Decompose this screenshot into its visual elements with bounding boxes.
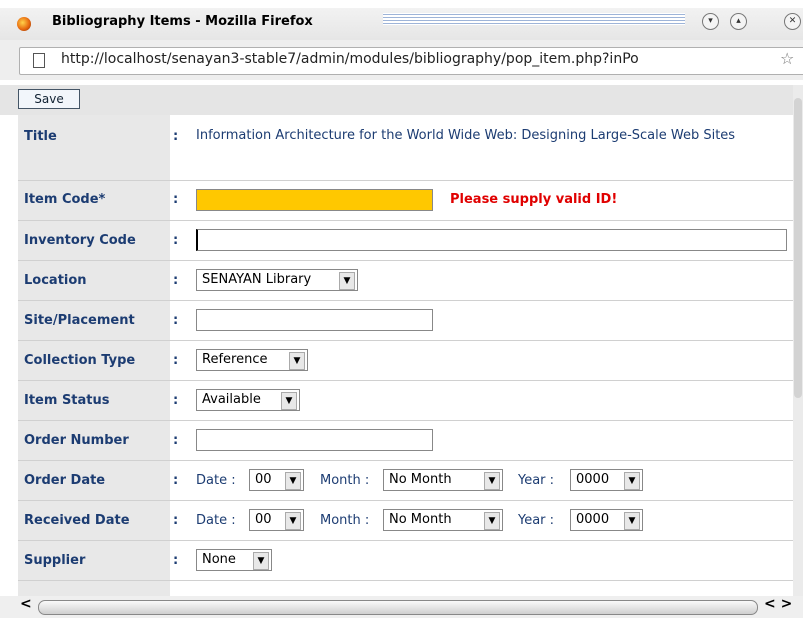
colon: : [173, 393, 179, 408]
url-text[interactable]: http://localhost/senayan3-stable7/admin/… [61, 51, 639, 67]
order-number-input[interactable] [196, 429, 433, 451]
item-status-selected: Available [202, 392, 261, 407]
chevron-down-icon[interactable]: ▼ [285, 512, 301, 530]
bookmark-star-icon[interactable]: ☆ [780, 49, 794, 68]
form-toolbar [0, 85, 793, 115]
order-date-year-select[interactable]: 0000 ▼ [570, 469, 643, 491]
inventory-code-input[interactable] [196, 229, 787, 251]
location-label: Location [24, 273, 87, 288]
title-label: Title [24, 129, 57, 144]
row-item-status: Item Status : Available ▼ [18, 381, 793, 421]
order-date-day-label: Date : [196, 473, 236, 488]
chevron-down-icon[interactable]: ▼ [624, 472, 640, 490]
title-value: Information Architecture for the World W… [196, 128, 736, 143]
chevron-down-icon[interactable]: ▼ [624, 512, 640, 530]
chevron-down-icon[interactable]: ▼ [339, 272, 355, 290]
received-date-day-label: Date : [196, 513, 236, 528]
row-inventory-code: Inventory Code : [18, 221, 793, 261]
inventory-code-label: Inventory Code [24, 233, 136, 248]
site-placement-input[interactable] [196, 309, 433, 331]
item-code-label: Item Code* [24, 192, 106, 207]
horizontal-scrollbar-thumb[interactable] [38, 600, 758, 615]
maximize-button[interactable]: ▴ [730, 13, 747, 30]
row-order-date: Order Date : Date : 00 ▼ Month : No Mont… [18, 461, 793, 501]
order-date-label: Order Date [24, 473, 106, 488]
colon: : [173, 273, 179, 288]
received-date-year-label: Year : [518, 513, 555, 528]
location-select[interactable]: SENAYAN Library ▼ [196, 269, 358, 291]
row-supplier: Supplier : None ▼ [18, 541, 793, 581]
supplier-label: Supplier [24, 553, 86, 568]
supplier-selected: None [202, 552, 236, 567]
row-received-date: Received Date : Date : 00 ▼ Month : No M… [18, 501, 793, 541]
received-date-month-label: Month : [320, 513, 370, 528]
chevron-down-icon[interactable]: ▼ [281, 392, 297, 410]
received-date-day-value: 00 [255, 512, 272, 527]
close-button[interactable]: ✕ [784, 13, 801, 30]
colon: : [173, 353, 179, 368]
colon: : [173, 192, 179, 207]
page-icon [33, 53, 45, 68]
colon: : [173, 129, 179, 144]
vertical-scrollbar-thumb[interactable] [794, 98, 802, 398]
titlebar-grip[interactable] [383, 13, 685, 25]
chevron-down-icon[interactable]: ▼ [253, 552, 269, 570]
colon: : [173, 473, 179, 488]
order-date-year-label: Year : [518, 473, 555, 488]
chevron-down-icon[interactable]: ▼ [484, 472, 500, 490]
row-site-placement: Site/Placement : [18, 301, 793, 341]
minimize-button[interactable]: ▾ [702, 13, 719, 30]
received-date-year-value: 0000 [576, 512, 610, 527]
order-date-day-value: 00 [255, 472, 272, 487]
order-date-month-value: No Month [389, 472, 452, 487]
chevron-down-icon[interactable]: ▼ [289, 352, 305, 370]
received-date-label: Received Date [24, 513, 130, 528]
order-date-day-select[interactable]: 00 ▼ [249, 469, 304, 491]
row-item-code: Item Code* : Please supply valid ID! [18, 181, 793, 221]
site-placement-label: Site/Placement [24, 313, 135, 328]
firefox-icon [17, 17, 31, 31]
chevron-down-icon[interactable]: ▼ [285, 472, 301, 490]
row-collection-type: Collection Type : Reference ▼ [18, 341, 793, 381]
item-form: Title : Information Architecture for the… [18, 115, 793, 596]
colon: : [173, 553, 179, 568]
collection-type-select[interactable]: Reference ▼ [196, 349, 308, 371]
received-date-year-select[interactable]: 0000 ▼ [570, 509, 643, 531]
item-status-select[interactable]: Available ▼ [196, 389, 300, 411]
supplier-select[interactable]: None ▼ [196, 549, 272, 571]
colon: : [173, 513, 179, 528]
item-code-error: Please supply valid ID! [450, 192, 618, 207]
colon: : [173, 233, 179, 248]
order-date-month-label: Month : [320, 473, 370, 488]
collection-type-label: Collection Type [24, 353, 136, 368]
chevron-down-icon[interactable]: ▼ [484, 512, 500, 530]
item-code-input[interactable] [196, 189, 433, 211]
scroll-left-icon[interactable]: < [20, 596, 32, 612]
window-title: Bibliography Items - Mozilla Firefox [52, 14, 313, 29]
received-date-day-select[interactable]: 00 ▼ [249, 509, 304, 531]
item-status-label: Item Status [24, 393, 110, 408]
collection-type-selected: Reference [202, 352, 268, 367]
save-button[interactable]: Save [18, 89, 80, 109]
order-number-label: Order Number [24, 433, 129, 448]
colon: : [173, 433, 179, 448]
order-date-month-select[interactable]: No Month ▼ [383, 469, 503, 491]
received-date-month-select[interactable]: No Month ▼ [383, 509, 503, 531]
row-location: Location : SENAYAN Library ▼ [18, 261, 793, 301]
colon: : [173, 313, 179, 328]
row-title: Title : Information Architecture for the… [18, 115, 793, 181]
row-order-number: Order Number : [18, 421, 793, 461]
received-date-month-value: No Month [389, 512, 452, 527]
order-date-year-value: 0000 [576, 472, 610, 487]
scroll-right-icon[interactable]: < > [764, 596, 792, 612]
location-selected: SENAYAN Library [202, 272, 312, 287]
